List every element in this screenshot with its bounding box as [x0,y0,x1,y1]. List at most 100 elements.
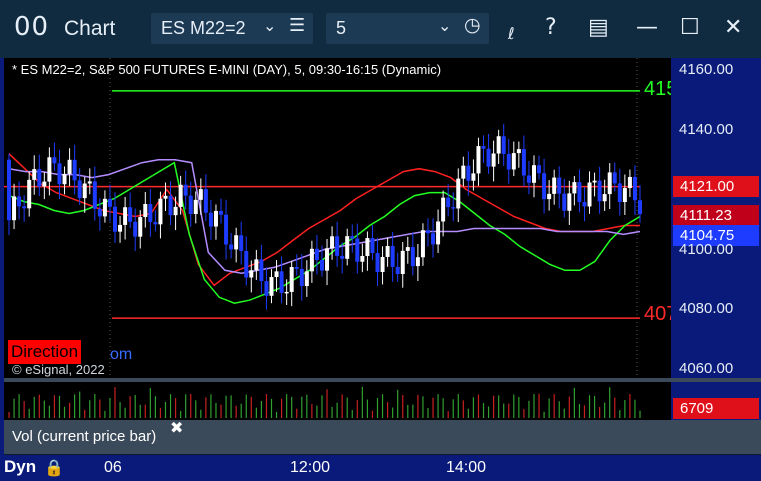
price-badge-ma: 4111.23 [673,205,759,226]
candle-body [82,183,87,199]
volume-bar [159,407,162,418]
volume-bar [341,394,343,418]
candle-body [607,172,612,195]
candle-body [380,256,385,272]
chevron-down-icon[interactable]: ⌄ [438,16,451,35]
candle-body [451,207,456,209]
candle-body [269,277,274,296]
candle-body [224,214,229,245]
volume-bar [311,403,313,418]
candle-body [133,221,138,237]
volume-bar [346,397,348,418]
candle-body [254,259,259,271]
candle-body [491,153,496,167]
volume-bar [286,394,288,418]
candle-body [264,281,269,296]
volume-bar [553,394,555,418]
candle-body [107,198,112,207]
template-icon[interactable]: ▤ [588,15,609,40]
volume-bar [563,408,565,418]
candle-body [158,198,163,225]
candle-body [562,193,567,211]
volume-bar [94,394,96,418]
candle-body [188,195,193,215]
candle-body [370,238,375,253]
volume-bar [387,402,389,418]
candle-body [113,206,118,232]
volume-bar [119,401,121,418]
candle-body [567,193,572,211]
volume-bar [28,408,30,418]
symbol-selector[interactable]: ES M22=2 ⌄ ☰ [151,13,313,44]
candle-body [496,136,501,154]
candle-body [234,235,239,250]
volume-bar [185,394,187,418]
candle-body [97,208,102,217]
volume-panel[interactable] [4,382,671,420]
volume-bar [74,394,76,418]
volume-bar [169,394,172,418]
volume-label-strip: Vol (current price bar) ✖ [4,418,761,454]
volume-bar [23,401,25,418]
lock-icon[interactable]: 🔒 [44,458,64,477]
volume-bar [366,399,369,418]
volume-bar [291,396,293,418]
list-icon[interactable]: ☰ [289,15,305,36]
candle-body [542,173,547,200]
volume-bar [599,407,601,418]
price-tick: 4080.00 [679,300,734,317]
volume-bar [533,394,535,418]
volume-bar [508,403,510,418]
minimize-icon[interactable]: — [636,15,658,40]
candle-body [178,184,183,207]
candle-body [244,250,249,278]
volume-badge: 6709 [673,398,759,419]
candle-body [345,236,350,259]
volume-bar [573,387,575,418]
chart-info-line: * ES M22=2, S&P 500 FUTURES E-MINI (DAY)… [12,62,442,77]
candle-body [441,197,446,222]
price-chart[interactable]: * ES M22=2, S&P 500 FUTURES E-MINI (DAY)… [4,58,677,378]
dynamic-mode-label[interactable]: Dyn [4,457,36,477]
candle-body [249,270,254,278]
volume-bar [195,400,197,418]
volume-bar [33,396,35,418]
candle-body [446,197,451,208]
volume-bar [250,396,252,418]
app-icon[interactable]: 00 [14,12,49,42]
volume-bar [48,405,50,418]
link-icon[interactable]: ℓ [508,24,515,43]
price-tick: 4060.00 [679,360,734,377]
interval-input[interactable]: 5 [336,18,346,39]
direction-badge[interactable]: Direction [8,340,82,364]
price-tick: 4100.00 [679,241,734,258]
candle-body [32,169,37,180]
volume-bar [558,401,560,418]
volume-bar [8,412,10,418]
candle-body [385,246,390,257]
interval-selector[interactable]: 5 ⌄ ◷ [326,13,489,44]
candle-body [531,165,536,183]
help-icon[interactable]: ? [545,15,557,40]
candle-body [87,181,92,184]
candle-body [27,179,32,209]
clock-icon[interactable]: ◷ [464,14,481,36]
close-icon[interactable]: ✖ [170,418,183,437]
candle-body [143,203,148,218]
volume-bar [583,405,586,418]
price-axis[interactable]: 4160.00 4140.00 4121.00 4111.23 4104.75 … [671,58,761,380]
volume-bar [53,395,56,418]
candle-body [148,203,153,223]
time-axis[interactable]: Dyn 🔒 06 12:00 14:00 [0,455,761,481]
chevron-down-icon[interactable]: ⌄ [263,16,276,35]
maximize-icon[interactable]: ☐ [680,15,700,40]
symbol-input[interactable]: ES M22=2 [161,18,246,39]
candle-body [486,148,491,167]
volume-bar [144,404,146,418]
candle-body [128,207,133,222]
volume-bar [134,394,136,418]
volume-bar [407,404,409,418]
close-icon[interactable]: ✕ [724,15,742,40]
volume-bar [79,391,81,418]
volume-bar [356,400,358,418]
